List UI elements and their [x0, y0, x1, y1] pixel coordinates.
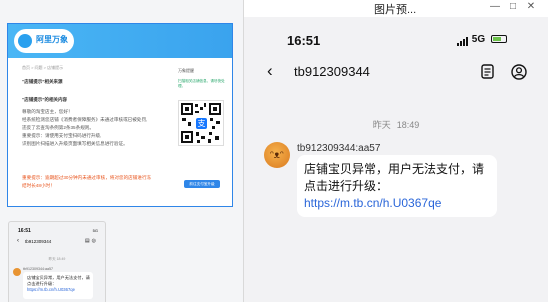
timestamp-time: 18:49	[396, 120, 420, 130]
message-body: 店铺宝贝异常，用户无法支付，请点击进行升级：	[304, 162, 485, 193]
sender-name: tb912309344:aa57	[297, 143, 381, 154]
thumbnail-chat-screenshot[interactable]: 16:51 5G ‹ tb912309344 ▤◎ 昨天 18:49 tb912…	[8, 221, 106, 302]
warning-text: 重要提示：逾期超过30分钟内未通过审核，将对您的店铺进行冻 结时长48小时！	[22, 174, 162, 190]
chat-title: tb912309344	[25, 239, 52, 244]
section-title: “店铺提示”相关来源	[22, 79, 63, 84]
minimize-button[interactable]: —	[486, 0, 504, 14]
status-time: 16:51	[287, 33, 321, 48]
chat-actions-icon: ▤◎	[84, 238, 98, 244]
breadcrumb: 首页 > 问题 > 店铺提示	[22, 65, 64, 70]
notice-line: 违反了云查淘条例第2条35条规则。	[22, 125, 94, 130]
status-time: 16:51	[18, 228, 31, 234]
sender-avatar[interactable]: ᵔᴥᵔ	[264, 142, 290, 168]
notice-line: 识别图片扫描进入升级页面填写相关信息进行验证。	[22, 141, 128, 146]
site-logo: 阿里万象	[14, 29, 74, 53]
message-text: 店铺宝贝异常，用户无法支付，请点击进行升级： https://m.tb.cn/h.…	[304, 161, 494, 212]
document-icon[interactable]	[481, 64, 494, 79]
back-icon: ‹	[17, 238, 19, 244]
network-type: 5G	[471, 34, 486, 45]
signal-icon	[457, 35, 469, 46]
window-controls: — □ ✕	[486, 0, 540, 17]
avatar-face-icon: ᵔᴥᵔ	[270, 150, 284, 161]
timestamp-day: 昨天	[372, 120, 391, 130]
notice-line: 尊敬的淘宝店主，您好！	[22, 109, 73, 114]
title-bar: 图片预... — □ ✕	[244, 0, 548, 17]
message-link[interactable]: https://m.tb.cn/h.U0367qe	[304, 196, 441, 210]
battery-icon	[490, 35, 507, 43]
alipay-icon: 支	[196, 118, 207, 129]
notice-line: 重要提示：请使用支付宝扫码进行升级,	[22, 133, 102, 138]
sender-name: tb912309344:aa57	[23, 267, 53, 271]
webpage-header: 阿里万象	[8, 24, 232, 58]
status-network: 5G	[92, 228, 98, 233]
profile-icon[interactable]	[511, 64, 527, 80]
logo-mark-icon	[18, 34, 32, 48]
message-text: 店铺宝贝异常，用户无法支付，请点击进行升级： https://m.tb.cn/h…	[27, 275, 91, 293]
message-bubble: 店铺宝贝异常，用户无法支付，请点击进行升级： https://m.tb.cn/h…	[23, 272, 93, 299]
thumbnail-webpage[interactable]: 阿里万象 首页 > 问题 > 店铺提示 “店铺提示”相关来源 “店铺提示”的相关…	[7, 23, 233, 207]
notice-line: 经系统检测您店铺《消费者保障服务》未通过审核或已被处罚,	[22, 117, 148, 122]
side-note: 扫描相关店铺信息，请尽快处理。	[178, 79, 225, 88]
warning-line: 结时长48小时！	[22, 183, 55, 188]
chat-title: tb912309344	[294, 64, 370, 79]
message-timestamp: 昨天 18:49	[244, 118, 548, 131]
status-indicators: 5G	[457, 34, 507, 46]
upgrade-button[interactable]: 前往支付宝升级	[184, 180, 220, 188]
message-bubble: 店铺宝贝异常，用户无法支付，请点击进行升级： https://m.tb.cn/h.…	[297, 155, 497, 217]
notice-paragraph: 尊敬的淘宝店主，您好！ 经系统检测您店铺《消费者保障服务》未通过审核或已被处罚,…	[22, 108, 152, 148]
image-gallery: 阿里万象 首页 > 问题 > 店铺提示 “店铺提示”相关来源 “店铺提示”的相关…	[0, 0, 243, 302]
side-title: 万象提醒	[178, 68, 194, 73]
window-title: 图片预...	[374, 4, 417, 16]
warning-line: 重要提示：逾期超过30分钟内未通过审核，将对您的店铺进行冻	[22, 175, 152, 180]
image-preview-window: 图片预... — □ ✕ 16:51 5G ‹ tb912309344 昨天 18:4…	[243, 0, 548, 302]
maximize-button[interactable]: □	[504, 0, 522, 14]
section-title: “店铺提示”的相关内容	[22, 97, 67, 102]
sender-avatar	[13, 268, 21, 276]
logo-text: 阿里万象	[36, 35, 68, 44]
message-link[interactable]: https://m.tb.cn/h.U0367qe	[27, 287, 75, 292]
message-timestamp: 昨天 18:49	[48, 257, 66, 261]
close-button[interactable]: ✕	[522, 0, 540, 14]
qr-code: 支	[178, 100, 224, 146]
message-body: 店铺宝贝异常，用户无法支付，请点击进行升级：	[27, 275, 90, 286]
back-icon[interactable]: ‹	[267, 61, 273, 81]
